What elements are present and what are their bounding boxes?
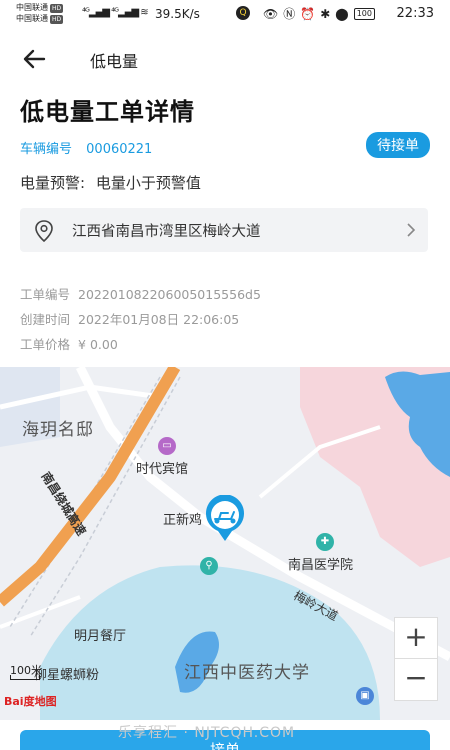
- map-label-haiyue: 海玥名邸: [22, 420, 94, 440]
- created-time-row: 创建时间 2022年01月08日 22:06:05: [20, 309, 239, 328]
- baidu-map-logo: Bai度地图: [4, 695, 57, 708]
- school-icon: ✚: [316, 533, 334, 551]
- restroom-icon: ⚲: [200, 557, 218, 575]
- page-title: 低电量工单详情: [20, 98, 195, 126]
- hd-badge-2: HD: [50, 15, 64, 24]
- vehicle-number-row: 车辆编号 00060221: [20, 138, 152, 157]
- order-number-row: 工单编号 20220108220600501​5556d5: [20, 284, 261, 303]
- hotel-icon: ▭: [158, 437, 176, 455]
- order-price-value: ¥ 0.00: [78, 337, 118, 352]
- address-card[interactable]: 江西省南昌市湾里区梅岭大道: [20, 208, 428, 252]
- chevron-right-icon: [407, 223, 416, 237]
- eye-icon: 👁: [263, 6, 279, 21]
- signal-icon: ⁴ᴳ▂▄▆ ⁴ᴳ▂▄▆ ≋: [82, 7, 149, 18]
- carrier-info: 中国联通 HD 中国联通 HD: [16, 2, 64, 24]
- nav-title: 低电量: [90, 52, 139, 71]
- carrier-1: 中国联通: [16, 3, 48, 12]
- vehicle-number-label: 车辆编号: [20, 142, 73, 157]
- map-scale-bar: [10, 675, 40, 680]
- map-label-university: 江西中医药大学: [184, 663, 310, 683]
- location-icon: ⬤: [335, 6, 349, 21]
- zoom-in-button[interactable]: +: [394, 617, 438, 659]
- map-label-zhengxin: 正新鸡: [163, 513, 203, 528]
- created-time-label: 创建时间: [20, 312, 71, 327]
- map-label-mingyue: 明月餐厅: [74, 629, 127, 644]
- address-text: 江西省南昌市湾里区梅岭大道: [72, 224, 261, 240]
- network-speed: 39.5K/s: [155, 7, 200, 21]
- order-price-row: 工单价格 ¥ 0.00: [20, 334, 118, 353]
- clock: 22:33: [396, 6, 434, 21]
- battery-alert-row: 电量预警: 电量小于预警值: [20, 172, 201, 193]
- zoom-out-button[interactable]: −: [394, 659, 438, 701]
- scooter-marker-icon[interactable]: [204, 495, 246, 543]
- nfc-icon: Ⓝ: [283, 7, 296, 21]
- bluetooth-icon: ✱: [320, 6, 331, 21]
- carrier-2: 中国联通: [16, 14, 48, 23]
- vehicle-number-value: 00060221: [86, 142, 153, 157]
- alert-label: 电量预警:: [20, 174, 86, 192]
- map-label-luosi: 柳星螺蛳粉: [34, 668, 100, 683]
- created-time-value: 2022年01月08日 22:06:05: [78, 312, 240, 327]
- map-label-shidai: 时代宾馆: [136, 462, 189, 477]
- location-pin-icon: [35, 220, 53, 242]
- system-icons: 👁 Ⓝ ⏰ ✱ ⬤ 100: [263, 5, 375, 22]
- app-notification-icon: Q: [236, 6, 250, 20]
- alarm-icon: ⏰: [300, 6, 316, 21]
- status-bar: 中国联通 HD 中国联通 HD ⁴ᴳ▂▄▆ ⁴ᴳ▂▄▆ ≋ 39.5K/s Q 👁 …: [0, 0, 450, 28]
- back-arrow-icon: [23, 49, 46, 69]
- order-number-label: 工单编号: [20, 287, 71, 302]
- map-label-hospital: 南昌医学院: [288, 558, 354, 573]
- minor-road-2: [0, 595, 81, 629]
- back-button[interactable]: [20, 44, 50, 74]
- status-badge: 待接单: [366, 132, 430, 158]
- alert-value: 电量小于预警值: [95, 174, 201, 192]
- order-price-label: 工单价格: [20, 337, 71, 352]
- order-number-value: 20220108220600501​5556d5: [78, 287, 261, 302]
- battery-icon: 100: [353, 7, 375, 20]
- map-view[interactable]: 海玥名邸 ▭ 时代宾馆 正新鸡 ⚲ ✚ 南昌医学院 梅岭大道 明月餐厅 柳星螺蛳…: [0, 367, 450, 720]
- hd-badge-1: HD: [50, 4, 64, 13]
- watermark: 乐享程汇 · NJTCQH.COM: [118, 725, 296, 741]
- building-icon: ▣: [356, 687, 374, 705]
